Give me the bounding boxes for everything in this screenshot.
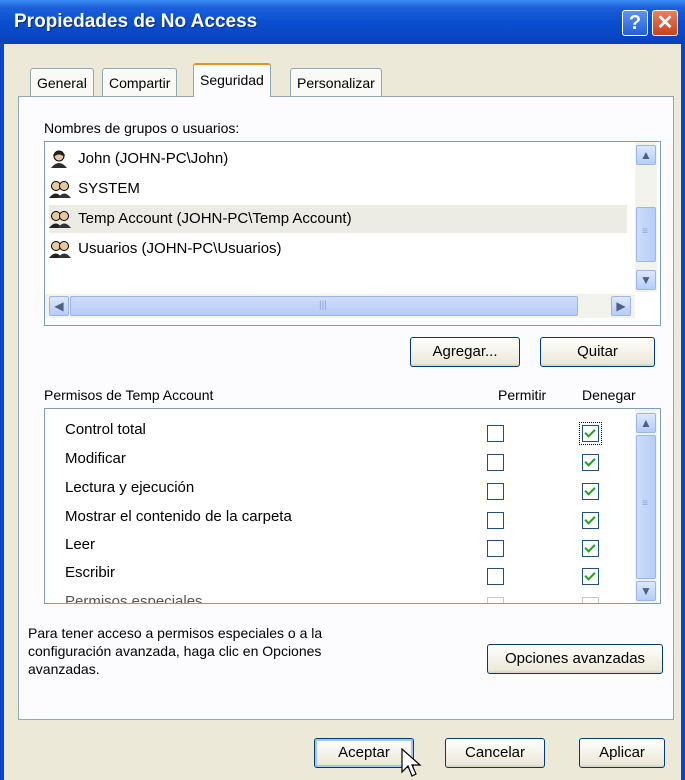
group-icon <box>49 181 71 199</box>
deny-checkbox[interactable] <box>582 568 599 585</box>
allow-checkbox[interactable] <box>487 540 504 557</box>
scroll-up-icon[interactable]: ▲ <box>636 413 656 433</box>
allow-checkbox[interactable] <box>487 483 504 500</box>
permission-row: Escribir <box>45 564 625 590</box>
permission-row: Control total <box>45 421 625 447</box>
deny-checkbox[interactable] <box>582 597 599 603</box>
window-frame-left <box>0 44 4 780</box>
deny-checkbox[interactable] <box>582 454 599 471</box>
window-frame-right <box>681 44 685 780</box>
group-icon <box>49 241 71 259</box>
permission-row: Leer <box>45 536 625 562</box>
advanced-info-text: Para tener acceso a permisos especiales … <box>28 625 323 677</box>
permissions-vertical-scrollbar[interactable]: ▲ ≡ ▼ <box>635 409 657 603</box>
scroll-right-icon[interactable]: ▶ <box>611 296 631 316</box>
remove-button[interactable]: Quitar <box>540 337 655 367</box>
deny-checkbox[interactable] <box>582 540 599 557</box>
permission-row: Mostrar el contenido de la carpeta <box>45 508 625 534</box>
advanced-options-button[interactable]: Opciones avanzadas <box>487 644 663 674</box>
permission-row: Permisos especiales <box>45 593 625 603</box>
ok-button[interactable]: Aceptar <box>314 738 414 768</box>
scroll-up-icon[interactable]: ▲ <box>636 145 656 165</box>
window-title: Propiedades de No Access <box>14 11 258 32</box>
scroll-thumb[interactable]: ≡ <box>636 435 656 579</box>
allow-column-header: Permitir <box>498 387 547 403</box>
allow-checkbox[interactable] <box>487 512 504 529</box>
allow-checkbox[interactable] <box>487 597 504 603</box>
permission-row: Modificar <box>45 450 625 476</box>
list-item[interactable]: Temp Account (JOHN-PC\Temp Account) <box>49 205 627 233</box>
list-item[interactable]: SYSTEM <box>49 175 627 203</box>
tab-general[interactable]: General <box>30 68 94 96</box>
permission-row: Lectura y ejecución <box>45 479 625 505</box>
permissions-list[interactable]: Control total Modificar Lectura y ejecuc… <box>44 408 661 604</box>
deny-checkbox[interactable] <box>579 422 602 445</box>
title-bar[interactable]: Propiedades de No Access ? ✕ <box>0 0 685 44</box>
user-icon <box>51 150 67 169</box>
scroll-thumb[interactable]: ≡ <box>636 207 656 262</box>
scroll-down-icon[interactable]: ▼ <box>636 270 656 290</box>
add-button[interactable]: Agregar... <box>410 337 520 367</box>
list-item[interactable]: John (JOHN-PC\John) <box>49 145 627 173</box>
deny-checkbox[interactable] <box>582 483 599 500</box>
cancel-button[interactable]: Cancelar <box>445 738 545 768</box>
allow-checkbox[interactable] <box>487 454 504 471</box>
tab-compartir[interactable]: Compartir <box>102 68 178 96</box>
properties-dialog: Propiedades de No Access ? ✕ General Com… <box>0 0 685 780</box>
groups-listbox[interactable]: John (JOHN-PC\John) SYSTEM Temp Account … <box>44 141 661 326</box>
scroll-down-icon[interactable]: ▼ <box>636 581 656 601</box>
groups-vertical-scrollbar[interactable]: ▲ ≡ ▼ <box>635 142 657 292</box>
apply-button[interactable]: Aplicar <box>579 738 665 768</box>
allow-checkbox[interactable] <box>487 568 504 585</box>
group-icon <box>49 211 71 229</box>
groups-horizontal-scrollbar[interactable]: ◀ ||| ▶ <box>45 294 635 318</box>
deny-checkbox[interactable] <box>582 512 599 529</box>
tab-seguridad[interactable]: Seguridad <box>193 63 271 97</box>
close-button[interactable]: ✕ <box>652 10 678 36</box>
scroll-thumb[interactable]: ||| <box>70 296 578 316</box>
scroll-left-icon[interactable]: ◀ <box>49 296 69 316</box>
allow-checkbox[interactable] <box>487 425 504 442</box>
deny-column-header: Denegar <box>582 387 636 403</box>
list-item[interactable]: Usuarios (JOHN-PC\Usuarios) <box>49 235 627 263</box>
groups-label: Nombres de grupos o usuarios: <box>44 120 240 136</box>
help-button[interactable]: ? <box>622 10 648 36</box>
permissions-label: Permisos de Temp Account <box>44 387 214 403</box>
tab-personalizar[interactable]: Personalizar <box>290 68 382 96</box>
mouse-cursor-icon <box>401 748 422 777</box>
